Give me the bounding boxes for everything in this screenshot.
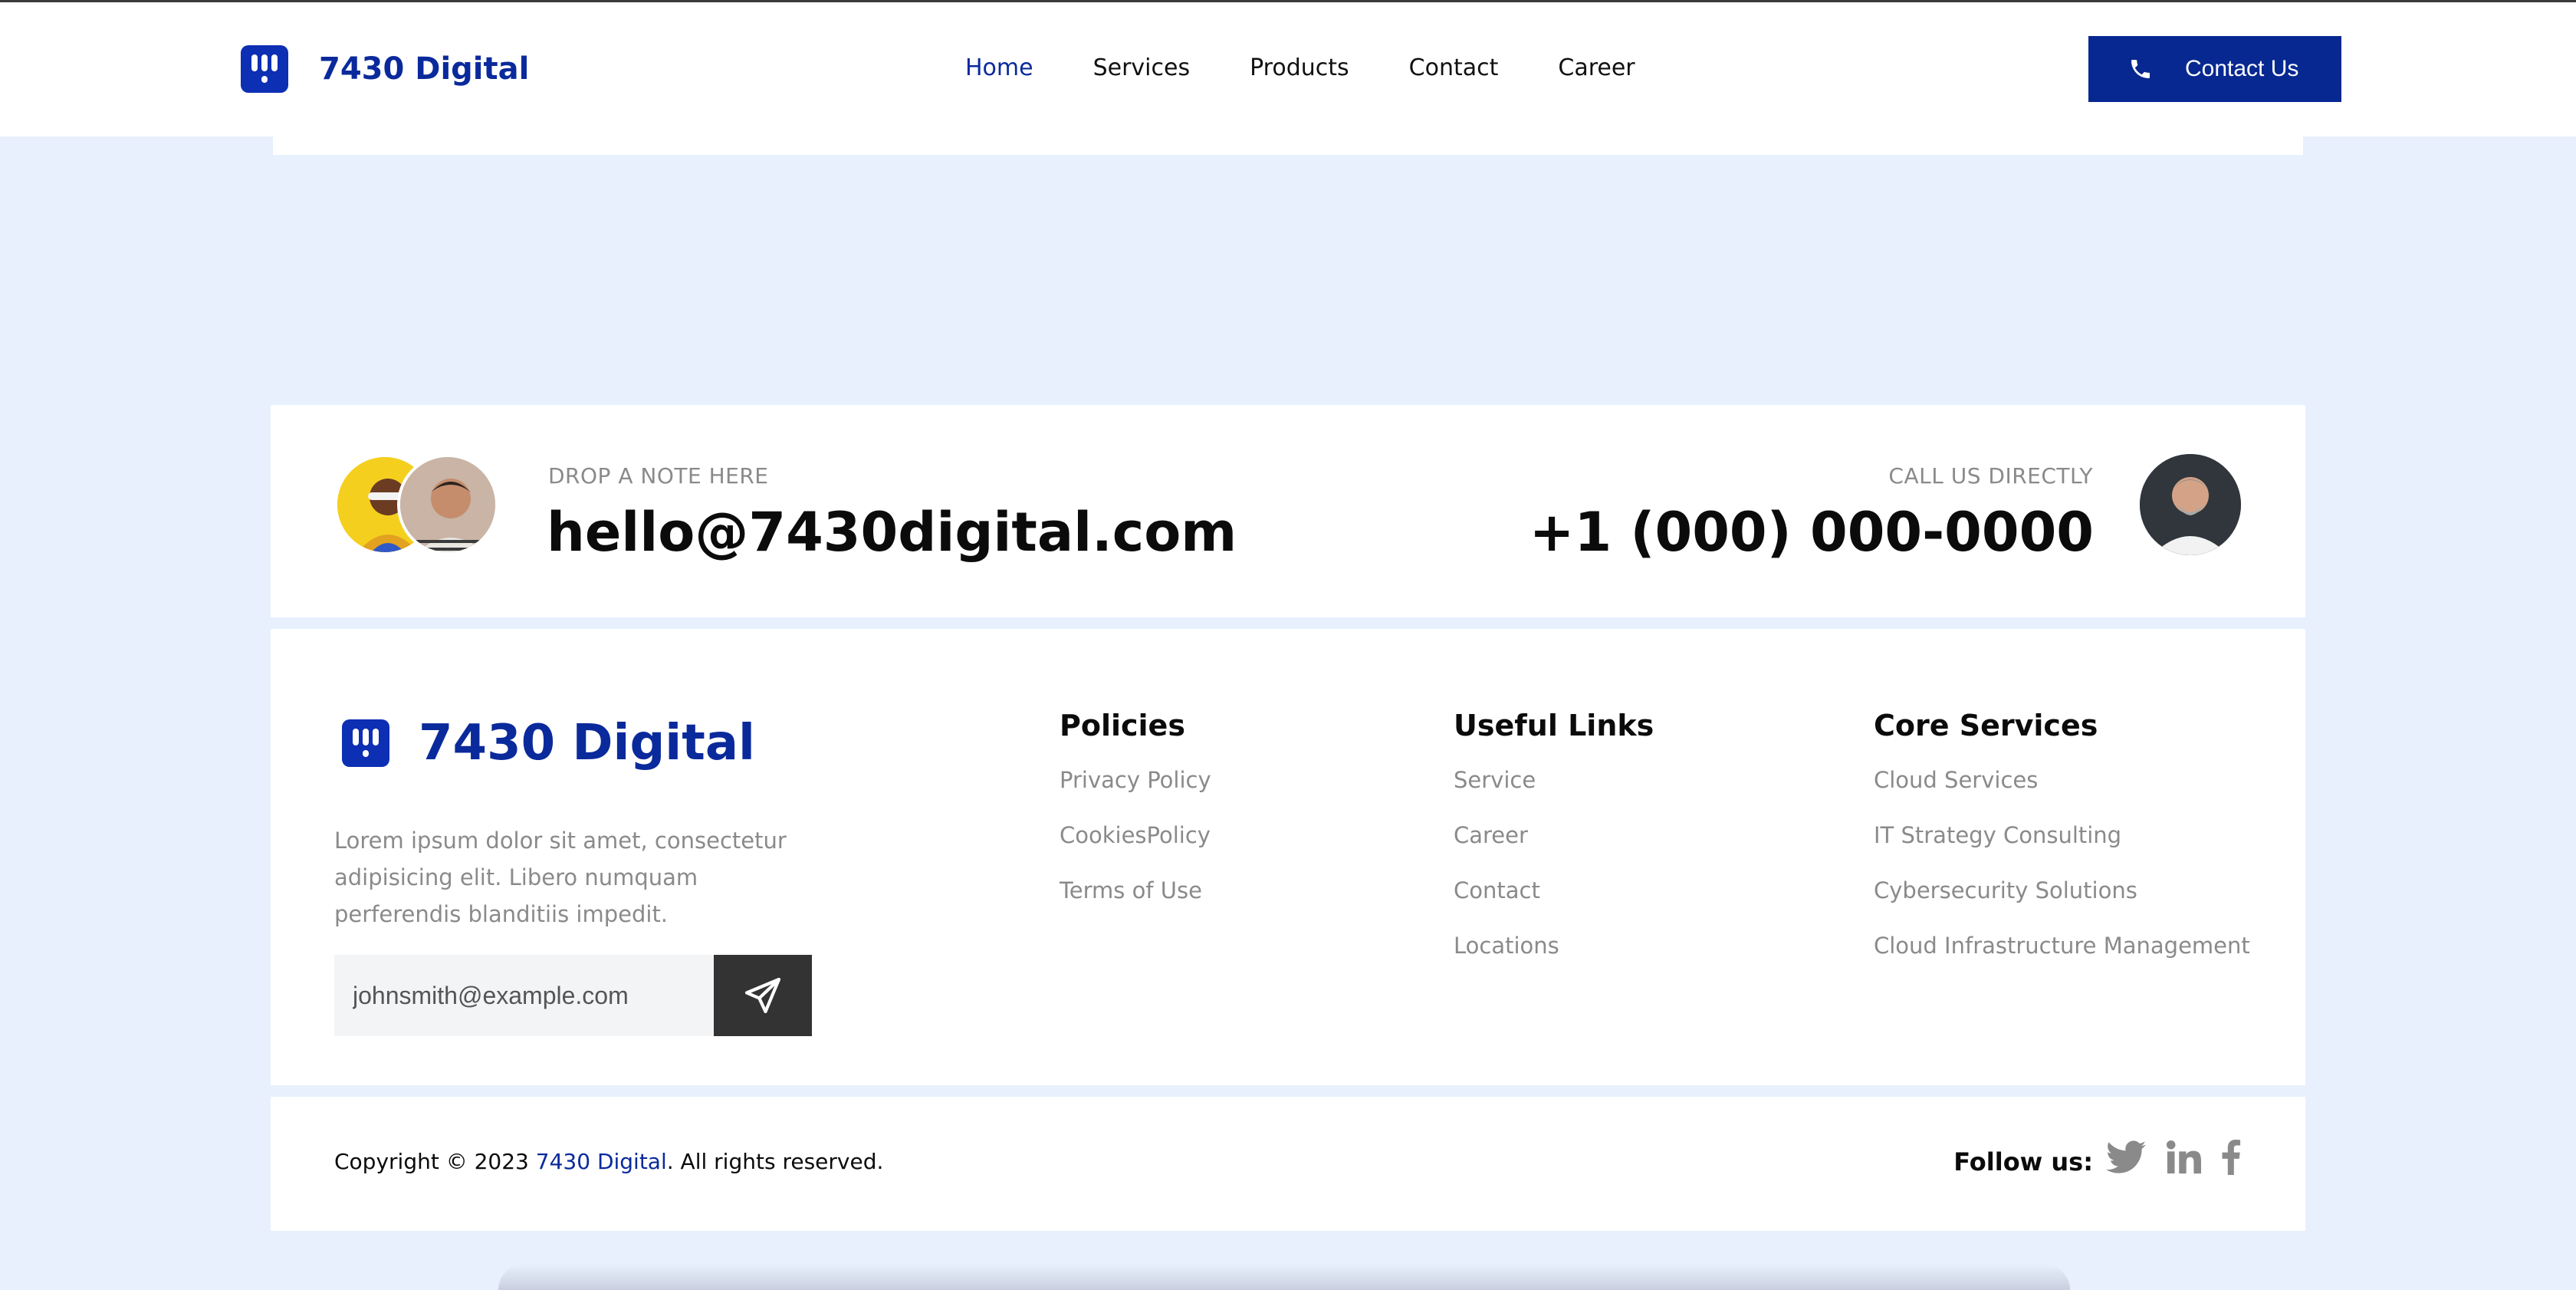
copyright-suffix: . All rights reserved. <box>666 1149 884 1174</box>
footer-link[interactable]: Privacy Policy <box>1060 767 1211 793</box>
subscribe-email-input[interactable] <box>334 955 714 1036</box>
send-icon <box>744 977 781 1014</box>
team-avatars <box>334 454 498 555</box>
brand-name: 7430 Digital <box>319 51 530 87</box>
logo-icon <box>241 45 288 93</box>
footer-logo[interactable]: 7430 Digital <box>342 715 755 772</box>
facebook-icon[interactable] <box>2221 1140 2241 1178</box>
avatar <box>397 454 498 555</box>
footer-link[interactable]: Cybersecurity Solutions <box>1874 877 2250 903</box>
contact-us-button[interactable]: Contact Us <box>2088 36 2341 102</box>
bottom-shadow <box>498 1264 2070 1290</box>
nav-services[interactable]: Services <box>1093 54 1191 81</box>
header-logo[interactable]: 7430 Digital <box>241 45 529 93</box>
nav-career[interactable]: Career <box>1558 54 1635 81</box>
column-title: Policies <box>1060 709 1185 742</box>
footer-column-useful-links: Useful Links Service Career Contact Loca… <box>1454 709 1654 988</box>
nav-products[interactable]: Products <box>1250 54 1349 81</box>
column-title: Useful Links <box>1454 709 1654 742</box>
copyright-brand-link[interactable]: 7430 Digital <box>536 1149 667 1174</box>
footer-column-core-services: Core Services Cloud Services IT Strategy… <box>1874 709 2250 988</box>
main-nav: Home Services Products Contact Career <box>965 54 1635 81</box>
footer-link[interactable]: Cloud Services <box>1874 767 2250 793</box>
footer-link[interactable]: Career <box>1454 822 1654 848</box>
nav-home[interactable]: Home <box>965 54 1033 81</box>
footer-link[interactable]: Cloud Infrastructure Management <box>1874 933 2250 959</box>
subscribe-send-button[interactable] <box>714 955 812 1036</box>
logo-icon <box>342 719 389 767</box>
contact-phone[interactable]: +1 (000) 000-0000 <box>1530 501 2094 564</box>
footer-column-policies: Policies Privacy Policy CookiesPolicy Te… <box>1060 709 1211 933</box>
footer-link[interactable]: Contact <box>1454 877 1654 903</box>
footer-bottom-bar: Copyright © 2023 7430 Digital. All right… <box>271 1097 2305 1231</box>
avatar <box>2140 454 2241 555</box>
phone-icon <box>2131 60 2150 78</box>
note-label: DROP A NOTE HERE <box>548 463 769 489</box>
subscribe-form <box>334 955 812 1036</box>
copyright-text: Copyright © 2023 7430 Digital. All right… <box>334 1149 883 1174</box>
call-label: CALL US DIRECTLY <box>1888 463 2093 489</box>
footer-brand-name: 7430 Digital <box>419 715 755 772</box>
footer-link[interactable]: IT Strategy Consulting <box>1874 822 2250 848</box>
copyright-prefix: Copyright © 2023 <box>334 1149 536 1174</box>
footer-link[interactable]: CookiesPolicy <box>1060 822 1211 848</box>
nav-contact[interactable]: Contact <box>1409 54 1499 81</box>
site-header: 7430 Digital Home Services Products Cont… <box>0 2 2576 137</box>
contact-email[interactable]: hello@7430digital.com <box>547 501 1237 564</box>
column-title: Core Services <box>1874 709 2098 742</box>
social-links <box>2106 1140 2241 1178</box>
footer-main: 7430 Digital Lorem ipsum dolor sit amet,… <box>271 629 2305 1085</box>
contact-us-label: Contact Us <box>2185 56 2299 81</box>
linkedin-icon[interactable] <box>2166 1140 2201 1178</box>
hero-strip <box>273 137 2303 155</box>
footer-link[interactable]: Service <box>1454 767 1654 793</box>
contact-card: DROP A NOTE HERE hello@7430digital.com C… <box>271 405 2305 617</box>
twitter-icon[interactable] <box>2106 1140 2146 1178</box>
follow-us-label: Follow us: <box>1953 1147 2093 1176</box>
footer-link[interactable]: Locations <box>1454 933 1654 959</box>
footer-description: Lorem ipsum dolor sit amet, consectetur … <box>334 828 787 927</box>
footer-link[interactable]: Terms of Use <box>1060 877 1211 903</box>
